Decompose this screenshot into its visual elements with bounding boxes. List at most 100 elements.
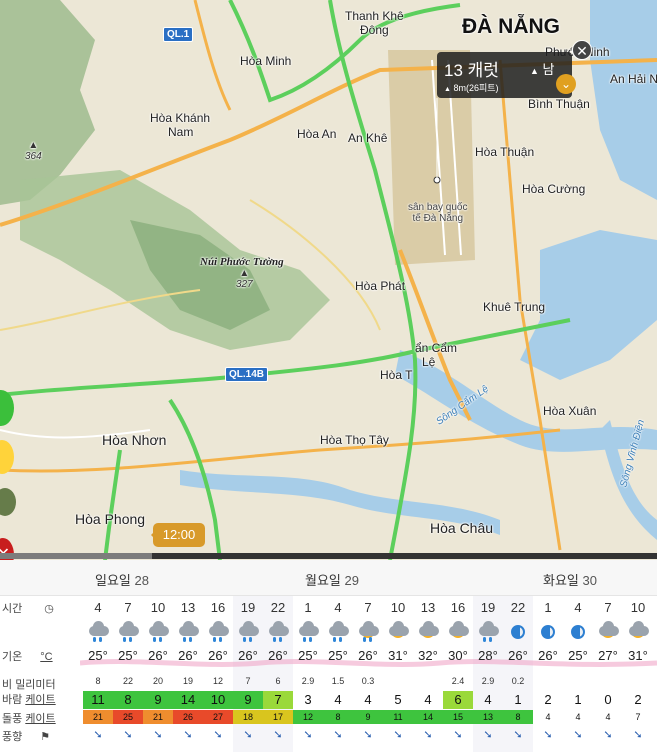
wind-popup[interactable]: 13 캐럿 ▲ 남 ▲ 8m(26피트): [437, 52, 572, 98]
gust-cell: 21: [143, 710, 173, 724]
hours-cell: 13: [420, 600, 436, 615]
temps-cell: 27°: [598, 648, 618, 663]
wind-cell: 7: [263, 691, 293, 709]
hours-cell: 22: [510, 600, 526, 615]
gust-cell: 4: [545, 712, 551, 722]
row-label: 시간 ◷: [2, 603, 54, 615]
wind-direction-arrow-icon: ➘: [183, 729, 193, 741]
wind-direction-arrow-icon: ➘: [93, 729, 103, 741]
hours-cell: 10: [390, 600, 406, 615]
close-icon[interactable]: ✕: [572, 40, 592, 60]
day-label: 월요일 29: [305, 573, 359, 588]
hours-cell: 19: [480, 600, 496, 615]
hours-cell: 16: [450, 600, 466, 615]
place-label: Hòa Xuân: [543, 404, 597, 418]
wind-direction-arrow-icon: ➘: [513, 729, 523, 741]
temps-cell: 31°: [628, 648, 648, 663]
temps-cell: 31°: [388, 648, 408, 663]
current-time-bubble[interactable]: 12:00: [151, 523, 205, 547]
wind-direction-arrow-icon: ➘: [543, 729, 553, 741]
wind-cell: 14: [173, 691, 203, 709]
gust-cell: 12: [293, 710, 323, 724]
map-view[interactable]: ĐÀ NẴNG Thanh Khê Đông Hòa Minh Phước Ni…: [0, 0, 657, 560]
rain-cell: 2.9: [301, 676, 315, 686]
place-label: ẩn Cẩm: [415, 341, 458, 355]
airport-label: sân bay quốc tế Đà Nẵng: [408, 202, 468, 224]
gust-cell: 8: [323, 710, 353, 724]
temps-cell: 26°: [148, 648, 168, 663]
temps-cell: 32°: [418, 648, 438, 663]
hours-cell: 4: [574, 600, 582, 615]
wind-direction: ▲ 남: [530, 62, 555, 77]
wind-direction-arrow-icon: ➘: [573, 729, 583, 741]
rain-icon: [473, 621, 503, 643]
place-label: Hòa Thuận: [475, 145, 535, 159]
chevron-down-icon[interactable]: ⌄: [556, 74, 576, 94]
gust-cell: 13: [473, 710, 503, 724]
gust-cell: 25: [113, 710, 143, 724]
rain-cell: 19: [182, 676, 193, 686]
temps-cell: 25°: [88, 648, 108, 663]
hours-cell: 1: [304, 600, 312, 615]
hours-cell: 7: [604, 600, 612, 615]
temps-cell: 25°: [298, 648, 318, 663]
wind-cell: 11: [83, 691, 113, 709]
place-label: Khuê Trung: [483, 300, 546, 314]
rain-cell: 22: [122, 676, 133, 686]
wind-cell: 1: [574, 692, 582, 707]
gust-cell: 4: [605, 712, 611, 722]
rain-icon: [293, 621, 323, 643]
cloud-sun-icon: [383, 621, 413, 643]
gust-cell: 27: [203, 710, 233, 724]
wind-direction-arrow-icon: ➘: [363, 729, 373, 741]
wind-cell: 4: [424, 692, 432, 707]
wind-cell: 9: [233, 691, 263, 709]
hours-cell: 7: [364, 600, 372, 615]
gust-cell: 17: [263, 710, 293, 724]
wind-cell: 0: [604, 692, 612, 707]
moon-icon: [563, 621, 593, 643]
flag-icon: ⚑: [40, 731, 51, 743]
place-label: Hòa Minh: [240, 54, 292, 68]
sun-cloud-icon: [593, 621, 623, 643]
hours-cell: 16: [210, 600, 226, 615]
day-label: 화요일 30: [543, 573, 597, 588]
temps-cell: 25°: [118, 648, 138, 663]
place-label: Hòa Phát: [355, 279, 406, 293]
temps-cell: 25°: [328, 648, 348, 663]
wind-direction-arrow-icon: ➘: [213, 729, 223, 741]
rain-icon: [323, 621, 353, 643]
sun-rain-icon: [353, 621, 383, 643]
city-label: ĐÀ NẴNG: [462, 15, 560, 38]
place-label: Bình Thuận: [528, 97, 590, 111]
rain-cell: 6: [275, 676, 281, 686]
cloud-sun-icon: [443, 621, 473, 643]
rain-cell: 0.2: [511, 676, 525, 686]
clock-icon: ◷: [44, 603, 54, 615]
place-label: Hòa Nhơn: [102, 432, 167, 448]
direction-arrow-icon: ▲: [530, 66, 539, 76]
gust-cell: 18: [233, 710, 263, 724]
sun-cloud-icon: [623, 621, 653, 643]
hours-cell: 1: [544, 600, 552, 615]
wind-direction-arrow-icon: ➘: [603, 729, 613, 741]
timeline-bar[interactable]: [0, 553, 657, 559]
place-label: Hòa Châu: [430, 520, 494, 536]
rain-icon: [113, 621, 143, 643]
wind-direction-arrow-icon: ➘: [153, 729, 163, 741]
wind-direction-arrow-icon: ➘: [423, 729, 433, 741]
gust-cell: 14: [413, 710, 443, 724]
gust-cell: 21: [83, 710, 113, 724]
row-label: 돌풍 케이트: [2, 713, 56, 725]
place-label: An Khê: [348, 131, 388, 145]
peak-marker: ▲ 327: [236, 268, 253, 290]
temps-cell: 26°: [268, 648, 288, 663]
wind-direction-arrow-icon: ➘: [303, 729, 313, 741]
elevation-icon: ▲: [444, 86, 451, 93]
gust-cell: 4: [575, 712, 581, 722]
hours-cell: 10: [630, 600, 646, 615]
place-label: Hòa Phong: [75, 511, 146, 527]
rain-cell: 8: [95, 676, 101, 686]
day-label: 일요일 28: [95, 573, 149, 588]
temps-cell: 26°: [358, 648, 378, 663]
